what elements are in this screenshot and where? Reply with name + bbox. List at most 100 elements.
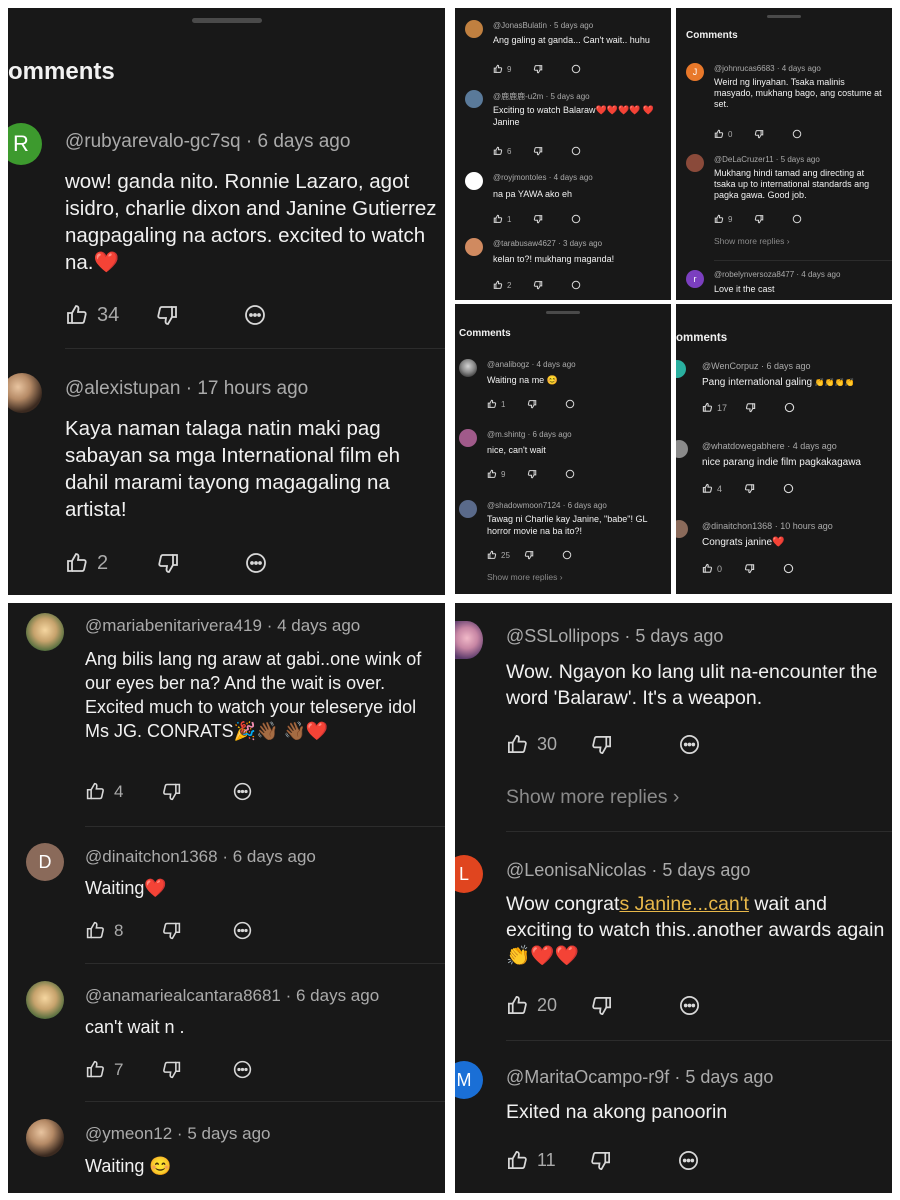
avatar[interactable]: [676, 440, 688, 458]
reply-button[interactable]: [562, 550, 572, 560]
comment-author[interactable]: @analibogz: [487, 360, 529, 369]
comment-author[interactable]: @anamariealcantara8681: [85, 986, 281, 1005]
reply-button[interactable]: [571, 280, 581, 290]
reply-button[interactable]: [244, 551, 268, 575]
avatar[interactable]: L: [455, 855, 483, 893]
comment-author[interactable]: @WenCorpuz: [702, 361, 759, 371]
like-button[interactable]: 8: [85, 920, 123, 941]
reply-button[interactable]: [571, 64, 581, 74]
avatar[interactable]: [676, 360, 686, 378]
comment-author[interactable]: @SSLollipops: [506, 626, 619, 646]
reply-button[interactable]: [243, 303, 267, 327]
dislike-button[interactable]: [754, 214, 764, 224]
reply-button[interactable]: [792, 214, 802, 224]
drag-handle[interactable]: [546, 311, 580, 314]
reply-button[interactable]: [571, 146, 581, 156]
comment-author[interactable]: @royjmontoles: [493, 173, 546, 182]
comment-author[interactable]: @johnrucas6683: [714, 64, 775, 73]
reply-button[interactable]: [565, 399, 575, 409]
comment-author[interactable]: @鹿鹿鹿-u2m: [493, 92, 543, 101]
comment-author[interactable]: @mariabenitarivera419: [85, 616, 262, 635]
comment-author[interactable]: @tarabusaw4627: [493, 239, 556, 248]
like-button[interactable]: 34: [65, 303, 119, 327]
avatar[interactable]: [465, 20, 483, 38]
dislike-button[interactable]: [156, 551, 180, 575]
avatar[interactable]: R: [8, 123, 42, 165]
like-button[interactable]: 9: [487, 469, 505, 479]
avatar[interactable]: J: [686, 63, 704, 81]
avatar[interactable]: [26, 981, 64, 1019]
reply-button[interactable]: [784, 402, 795, 413]
reply-button[interactable]: [565, 469, 575, 479]
drag-handle[interactable]: [191, 18, 262, 23]
comment-author[interactable]: @LeonisaNicolas: [506, 860, 646, 880]
comment-author[interactable]: @dinaitchon1368: [85, 847, 218, 866]
avatar[interactable]: [455, 621, 483, 659]
like-button[interactable]: 2: [65, 551, 108, 575]
comment-author[interactable]: @shadowmoon7124: [487, 501, 561, 510]
avatar[interactable]: [8, 373, 42, 413]
dislike-button[interactable]: [527, 469, 537, 479]
avatar[interactable]: [26, 613, 64, 651]
avatar[interactable]: [26, 1119, 64, 1157]
reply-button[interactable]: [677, 1149, 700, 1172]
like-button[interactable]: 25: [487, 550, 510, 560]
avatar[interactable]: [465, 172, 483, 190]
drag-handle[interactable]: [767, 15, 801, 18]
like-button[interactable]: 20: [506, 994, 557, 1017]
avatar[interactable]: r: [686, 270, 704, 288]
dislike-button[interactable]: [161, 1059, 182, 1080]
dislike-button[interactable]: [527, 399, 537, 409]
reply-button[interactable]: [792, 129, 802, 139]
comment-author[interactable]: @dinaitchon1368: [702, 521, 772, 531]
avatar[interactable]: M: [455, 1061, 483, 1099]
avatar[interactable]: D: [26, 843, 64, 881]
reply-button[interactable]: [232, 920, 253, 941]
dislike-button[interactable]: [533, 64, 543, 74]
dislike-button[interactable]: [745, 402, 756, 413]
comment-author[interactable]: @JonasBulatin: [493, 21, 547, 30]
reply-button[interactable]: [783, 563, 794, 574]
like-button[interactable]: 1: [493, 214, 511, 224]
comment-author[interactable]: @ymeon12: [85, 1124, 172, 1143]
reply-button[interactable]: [571, 214, 581, 224]
highlighted-text-link[interactable]: s Janine...can't: [619, 893, 748, 915]
like-button[interactable]: 0: [702, 563, 722, 574]
like-button[interactable]: 4: [702, 483, 722, 494]
comment-author[interactable]: @DeLaCruzer11: [714, 155, 774, 164]
dislike-button[interactable]: [589, 1149, 612, 1172]
comment-author[interactable]: @whatdowegabhere: [702, 441, 785, 451]
avatar[interactable]: [459, 429, 477, 447]
show-more-replies-link[interactable]: Show more replies ›: [714, 236, 790, 246]
comment-author[interactable]: @rubyarevalo-gc7sq: [65, 131, 241, 152]
reply-button[interactable]: [678, 733, 701, 756]
like-button[interactable]: 11: [506, 1149, 556, 1172]
like-button[interactable]: 7: [85, 1059, 123, 1080]
like-button[interactable]: 1: [487, 399, 505, 409]
like-button[interactable]: 4: [85, 781, 123, 802]
avatar[interactable]: [676, 520, 688, 538]
comment-author[interactable]: @alexistupan: [65, 378, 180, 399]
comment-author[interactable]: @m.shintg: [487, 430, 525, 439]
dislike-button[interactable]: [533, 280, 543, 290]
reply-button[interactable]: [232, 1059, 253, 1080]
like-button[interactable]: 6: [493, 146, 511, 156]
like-button[interactable]: 30: [506, 733, 557, 756]
dislike-button[interactable]: [533, 146, 543, 156]
dislike-button[interactable]: [744, 483, 755, 494]
avatar[interactable]: [459, 500, 477, 518]
dislike-button[interactable]: [155, 303, 179, 327]
comment-author[interactable]: @MaritaOcampo-r9f: [506, 1067, 669, 1087]
like-button[interactable]: 9: [493, 64, 511, 74]
dislike-button[interactable]: [754, 129, 764, 139]
dislike-button[interactable]: [161, 920, 182, 941]
reply-button[interactable]: [678, 994, 701, 1017]
show-more-replies-link[interactable]: Show more replies ›: [487, 572, 563, 582]
dislike-button[interactable]: [533, 214, 543, 224]
avatar[interactable]: [459, 359, 477, 377]
avatar[interactable]: [686, 154, 704, 172]
like-button[interactable]: 0: [714, 129, 732, 139]
like-button[interactable]: 17: [702, 402, 727, 413]
show-more-replies-link[interactable]: Show more replies ›: [506, 786, 679, 809]
dislike-button[interactable]: [161, 781, 182, 802]
